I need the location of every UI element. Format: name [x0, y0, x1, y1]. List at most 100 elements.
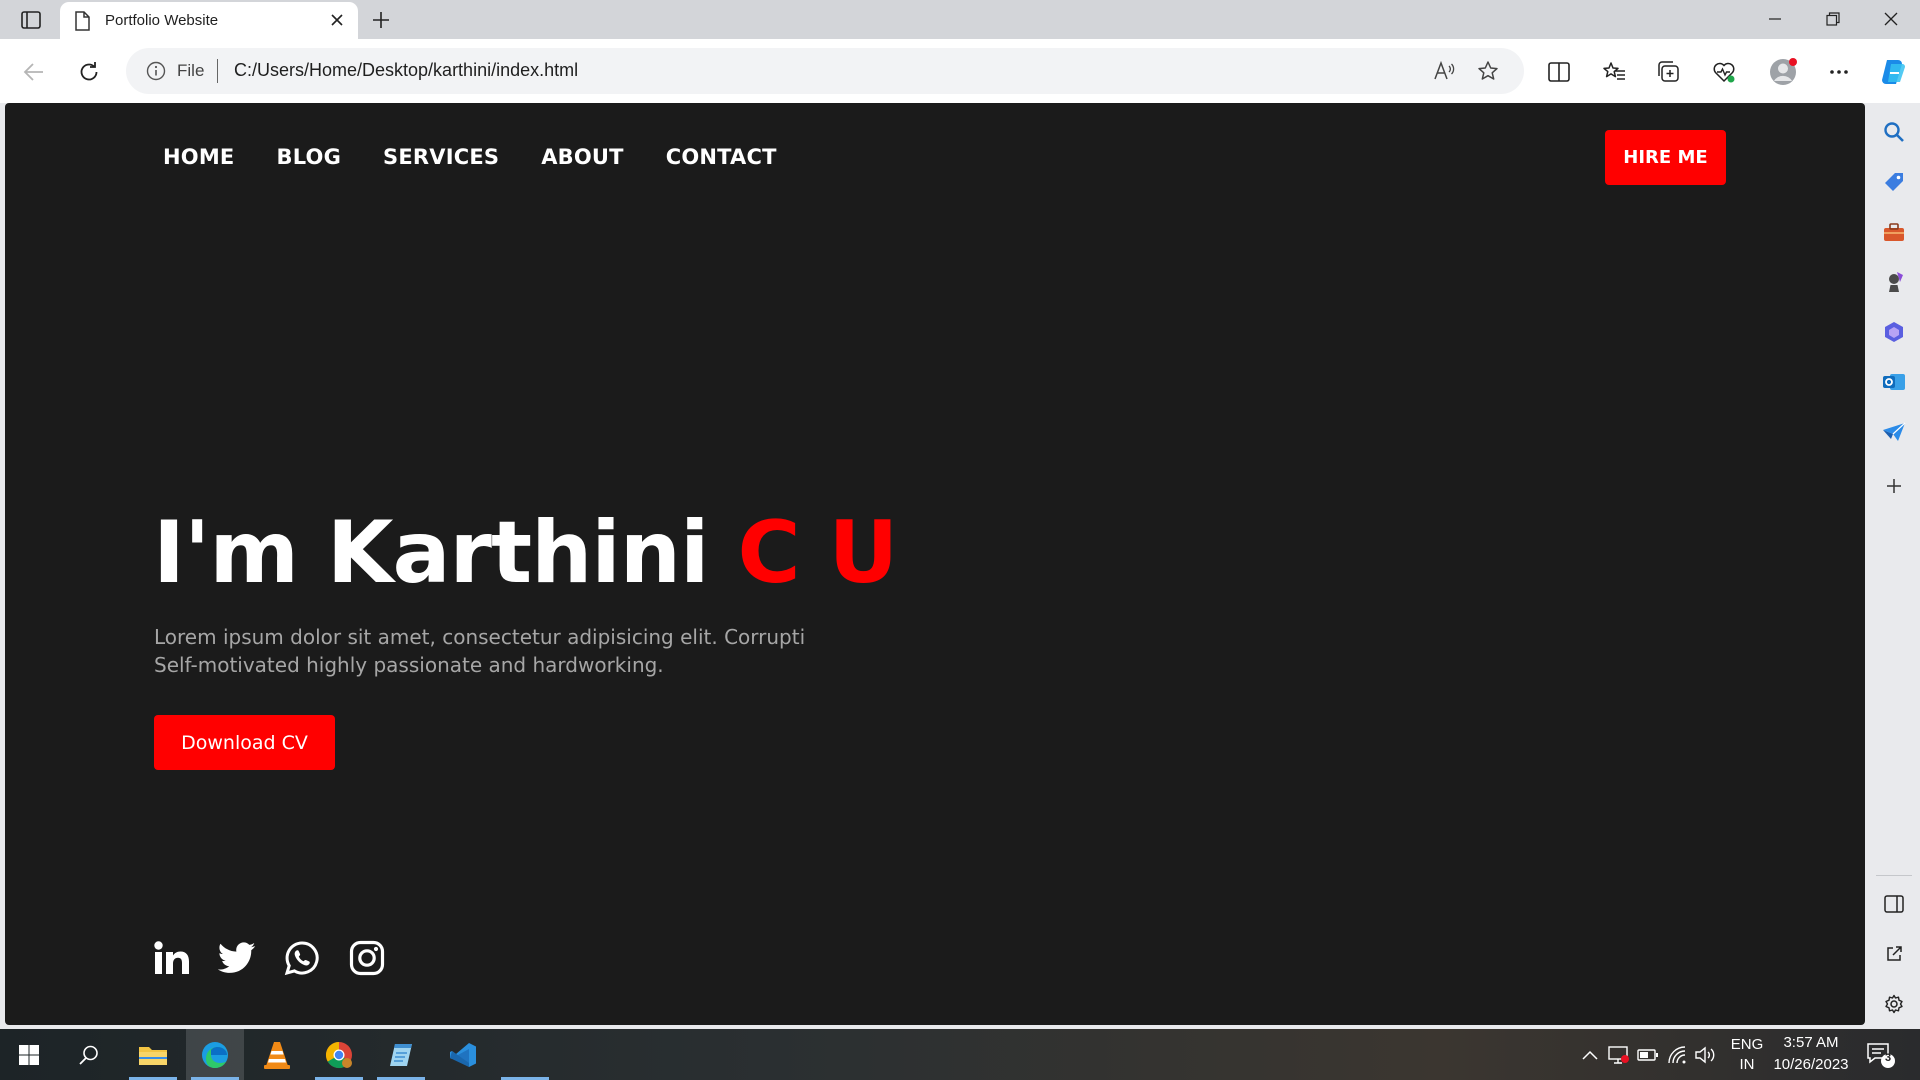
language-indicator[interactable]: ENG IN — [1728, 1035, 1766, 1075]
sidebar-hide-button[interactable] — [1881, 891, 1907, 917]
sidebar-office-button[interactable] — [1881, 319, 1907, 345]
new-tab-button[interactable] — [368, 7, 394, 33]
restore-icon — [1826, 12, 1840, 26]
sidebar-drop-button[interactable] — [1881, 419, 1907, 445]
taskbar-notepad[interactable] — [372, 1029, 430, 1080]
show-hidden-icons-button[interactable] — [1578, 1043, 1602, 1067]
plus-icon — [1887, 479, 1901, 493]
split-screen-button[interactable] — [1541, 54, 1577, 90]
favorites-button[interactable] — [1596, 54, 1632, 90]
vscode-icon — [450, 1042, 476, 1067]
nav-link-blog[interactable]: BLOG — [276, 145, 341, 169]
copilot-button[interactable] — [1875, 54, 1911, 90]
taskbar-vscode[interactable] — [434, 1029, 492, 1080]
wifi-icon — [1668, 1046, 1686, 1064]
sidebar-add-button[interactable] — [1881, 473, 1907, 499]
search-icon — [1884, 122, 1904, 142]
chrome-icon — [325, 1041, 352, 1068]
star-icon — [1478, 61, 1498, 80]
tray-security-icon-button[interactable] — [1607, 1043, 1631, 1067]
clock[interactable]: 3:57 AM 10/26/2023 — [1768, 1033, 1854, 1075]
instagram-link[interactable] — [348, 939, 386, 977]
hire-me-button[interactable]: HIRE ME — [1605, 130, 1726, 185]
favorite-button[interactable] — [1475, 58, 1501, 84]
tab-close-button[interactable] — [328, 11, 346, 29]
taskbar-vlc[interactable] — [248, 1029, 306, 1080]
sidebar-shopping-button[interactable] — [1881, 169, 1907, 195]
battery-icon — [1637, 1049, 1658, 1061]
twitter-link[interactable] — [218, 939, 256, 977]
browser-tab[interactable]: Portfolio Website — [60, 2, 358, 39]
hero-description-line-1: Lorem ipsum dolor sit amet, consectetur … — [154, 625, 806, 649]
taskbar-chrome[interactable] — [310, 1029, 368, 1080]
nav-link-contact[interactable]: CONTACT — [666, 145, 777, 169]
sidebar-search-button[interactable] — [1881, 119, 1907, 145]
refresh-button[interactable] — [71, 54, 107, 90]
minimize-button[interactable] — [1752, 4, 1798, 34]
download-cv-button[interactable]: Download CV — [154, 715, 335, 770]
windows-taskbar: ENG IN 3:57 AM 10/26/2023 3 — [0, 1029, 1920, 1080]
nav-link-home[interactable]: HOME — [163, 145, 234, 169]
linkedin-link[interactable] — [153, 939, 191, 977]
address-bar[interactable]: File C:/Users/Home/Desktop/karthini/inde… — [126, 48, 1524, 94]
tray-wifi-button[interactable] — [1665, 1043, 1689, 1067]
language-code: ENG — [1730, 1036, 1764, 1053]
profile-button[interactable] — [1765, 54, 1801, 90]
plus-icon — [373, 12, 389, 28]
sidebar-outlook-button[interactable] — [1881, 369, 1907, 395]
instagram-icon — [349, 940, 385, 976]
site-nav: HOME BLOG SERVICES ABOUT CONTACT — [163, 145, 777, 169]
sidebar-settings-button[interactable] — [1881, 991, 1907, 1017]
tab-actions-button[interactable] — [14, 7, 48, 33]
browser-essentials-button[interactable] — [1706, 54, 1742, 90]
close-icon — [1884, 12, 1898, 26]
address-separator — [217, 59, 218, 83]
address-url[interactable]: C:/Users/Home/Desktop/karthini/index.htm… — [234, 60, 578, 81]
start-button[interactable] — [0, 1029, 58, 1080]
panel-icon — [1884, 895, 1904, 913]
read-aloud-button[interactable] — [1431, 58, 1457, 84]
linkedin-icon — [154, 941, 189, 974]
windows-icon — [19, 1044, 39, 1065]
taskbar-file-explorer[interactable] — [124, 1029, 182, 1080]
hero-description: Lorem ipsum dolor sit amet, consectetur … — [154, 623, 874, 679]
nav-link-about[interactable]: ABOUT — [541, 145, 624, 169]
tab-actions-icon — [21, 11, 41, 29]
sidebar-games-button[interactable] — [1881, 269, 1907, 295]
social-links — [153, 939, 386, 977]
taskbar-edge[interactable] — [186, 1029, 244, 1080]
twitter-icon — [218, 942, 256, 973]
info-icon — [146, 61, 166, 81]
copilot-icon — [1882, 60, 1906, 84]
sidebar-popout-button[interactable] — [1881, 941, 1907, 967]
shopping-tag-icon — [1885, 173, 1903, 191]
edge-sidebar — [1868, 103, 1920, 1029]
vlc-icon — [264, 1041, 290, 1069]
sidebar-tools-button[interactable] — [1881, 219, 1907, 245]
collections-button[interactable] — [1651, 54, 1687, 90]
edge-icon — [202, 1041, 228, 1068]
tray-volume-button[interactable] — [1694, 1043, 1718, 1067]
favorites-icon — [1603, 62, 1625, 80]
hero-description-line-2: Self-motivated highly passionate and har… — [154, 653, 664, 677]
taskbar-search-button[interactable] — [60, 1029, 118, 1080]
nav-link-services[interactable]: SERVICES — [383, 145, 499, 169]
restore-button[interactable] — [1810, 4, 1856, 34]
close-window-button[interactable] — [1868, 4, 1914, 34]
volume-icon — [1695, 1046, 1715, 1064]
whatsapp-link[interactable] — [283, 939, 321, 977]
sidebar-divider — [1876, 875, 1912, 876]
page-viewport: HOME BLOG SERVICES ABOUT CONTACT HIRE ME… — [5, 103, 1865, 1025]
tray-battery-button[interactable] — [1636, 1043, 1660, 1067]
folder-icon — [139, 1046, 167, 1065]
back-button[interactable] — [16, 54, 52, 90]
notifications-button[interactable]: 3 — [1866, 1041, 1896, 1069]
refresh-icon — [80, 62, 98, 81]
read-aloud-icon — [1434, 61, 1455, 80]
avatar-icon — [1770, 58, 1797, 85]
taskbar-running-app[interactable] — [496, 1029, 554, 1080]
toolbox-icon — [1884, 223, 1904, 241]
settings-more-button[interactable] — [1821, 54, 1857, 90]
split-screen-icon — [1548, 62, 1570, 82]
page-icon — [75, 11, 90, 31]
